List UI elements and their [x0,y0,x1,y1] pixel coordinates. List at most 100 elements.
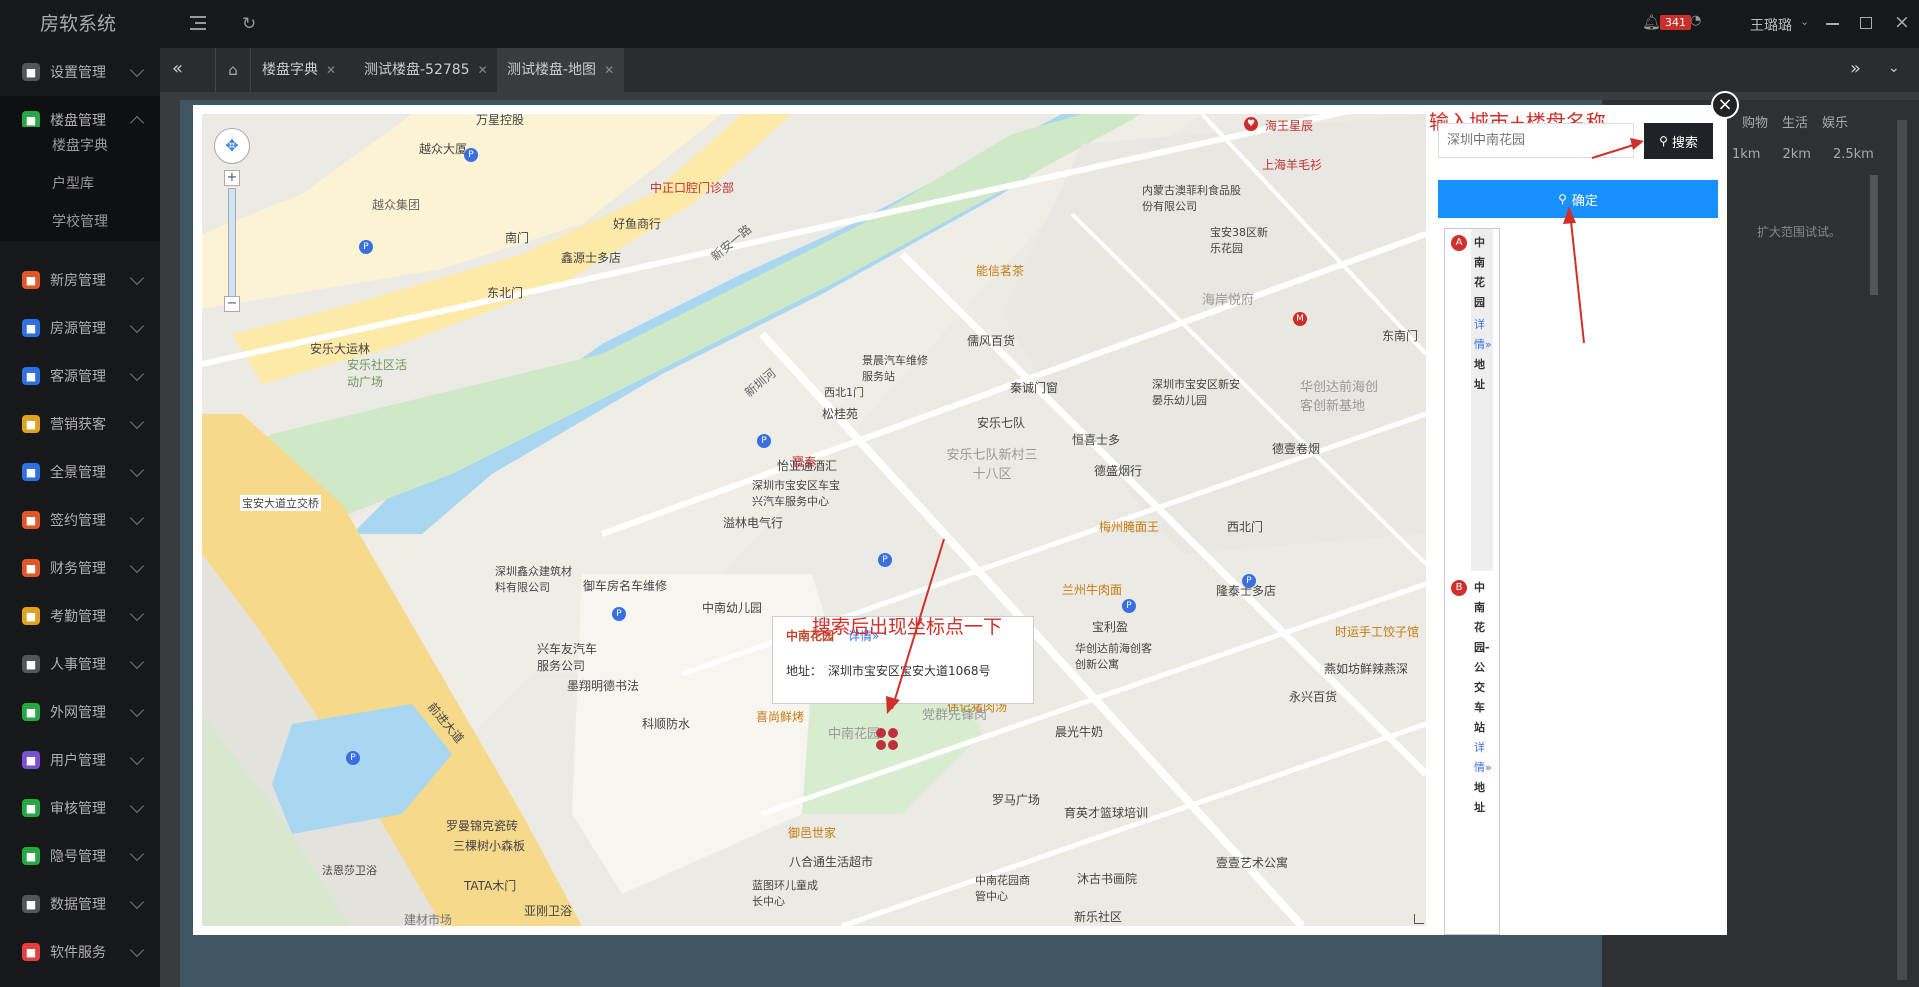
map-road-label: 宝安大道立交桥 [240,495,321,511]
sidebar-item-icon: ■ [22,895,40,913]
poi-marker[interactable]: P [1122,599,1136,613]
popup-address-label: 地址： [786,664,823,678]
sidebar-item[interactable]: ■ 新房管理 [0,256,160,304]
sidebar-item-label: 营销获客 [50,417,106,433]
tab-label: 测试楼盘-52785 [364,62,470,78]
dashboard-icon[interactable]: ◔ [1690,13,1701,28]
tab-close-icon[interactable]: ✕ [326,63,336,77]
tab-test-map[interactable]: 测试楼盘-地图 ✕ [497,48,625,92]
category-life[interactable]: 生活 [1782,112,1808,131]
sidebar-item[interactable]: ■ 房源管理 [0,304,160,352]
distance-2km[interactable]: 2km [1782,147,1810,162]
poi-marker[interactable]: P [1242,574,1256,588]
sidebar-item-icon: ■ [22,607,40,625]
sidebar-item-icon: ■ [22,271,40,289]
sidebar-item-icon: ■ [22,799,40,817]
sidebar-item[interactable]: ■ 设置管理 [0,48,160,96]
chevron-down-icon [129,654,145,669]
category-entertainment[interactable]: 娱乐 [1822,112,1848,131]
result-name: 中南花园-公交车站 [1474,581,1490,734]
tab-loupan-dict[interactable]: 楼盘字典 ✕ [262,48,336,92]
sidebar-item[interactable]: ■ 数据管理 [0,880,160,928]
map-poi-label: 松桂苑 [822,407,859,421]
sidebar-item[interactable]: ■ 签约管理 [0,496,160,544]
target-location-marker[interactable] [876,728,900,752]
poi-marker[interactable]: M [1293,312,1307,326]
map-canvas[interactable]: ✥ + − 万星控股 越众大厦 越众集团 中正口腔门诊部 好鱼商行 南门 鑫源士… [202,114,1426,926]
map-zoom-out[interactable]: − [224,296,240,312]
sidebar-item[interactable]: ■ 财务管理 [0,544,160,592]
chevron-down-icon [129,846,145,861]
sidebar-item-label: 设置管理 [50,65,106,81]
category-shopping[interactable]: 购物 [1742,112,1768,131]
sidebar-item-icon: ■ [22,415,40,433]
poi-marker[interactable]: P [464,148,478,162]
search-input[interactable] [1438,123,1634,158]
sidebar-item[interactable]: ■ 外网管理 [0,688,160,736]
poi-marker[interactable]: P [359,240,373,254]
tab-close-icon[interactable]: ✕ [604,63,614,77]
sidebar-subitem[interactable]: 学校管理 [0,203,160,241]
sidebar-subitem[interactable]: 户型库 [0,165,160,203]
result-detail-link[interactable]: 详情» [1474,738,1492,778]
tabs-dropdown-icon[interactable]: ⌄ [1888,60,1900,76]
poi-marker[interactable]: P [757,434,771,448]
minimize-icon[interactable] [1826,23,1839,25]
tabs-scroll-left-icon[interactable]: « [172,58,183,79]
page-scrollbar[interactable] [1897,120,1907,980]
map-poi-label: 儒风百货 [967,334,1016,348]
result-item-a[interactable]: A 中南花园 详情» 地址 [1445,229,1499,574]
map-poi-label: 恒喜士多 [1072,433,1121,447]
sidebar-item-label: 人事管理 [50,657,106,673]
close-window-icon[interactable]: × [1894,11,1910,33]
sidebar-item[interactable]: ■ 隐号管理 [0,832,160,880]
home-tab-icon[interactable]: ⌂ [215,48,251,92]
poi-marker[interactable]: P [878,553,892,567]
tab-label: 楼盘字典 [262,62,318,78]
sidebar-subitem[interactable]: 楼盘字典 [0,127,160,165]
panel-scrollbar[interactable] [1870,175,1878,295]
collapse-menu-icon[interactable] [190,16,206,30]
sidebar-item[interactable]: ■ 营销获客 [0,400,160,448]
bell-icon[interactable]: 🔔︎ [1642,13,1661,31]
sidebar-item[interactable]: ■ 考勤管理 [0,592,160,640]
sidebar-item[interactable]: ■ 用户管理 [0,736,160,784]
sidebar-item[interactable]: ■ 软件服务 [0,928,160,976]
map-poi-label: 罗马广场 [992,793,1041,807]
poi-marker[interactable]: ♥ [1244,117,1258,131]
result-item-b[interactable]: B 中南花园-公交车站 详情» 地址 [1445,574,1499,914]
distance-2-5km[interactable]: 2.5km [1833,147,1874,162]
search-button[interactable]: ⚲ 搜索 [1644,123,1713,159]
sidebar-item[interactable]: ■ 审核管理 [0,784,160,832]
map-zoom-slider[interactable] [228,188,236,298]
map-poi-label: 御邑世家 [788,826,837,840]
map-poi-label: 永兴百货 [1289,690,1338,704]
map-zoom-in[interactable]: + [224,170,240,186]
result-detail-link[interactable]: 详情» [1474,315,1492,355]
poi-marker[interactable]: P [346,751,360,765]
map-pan-control[interactable]: ✥ [214,128,250,164]
distance-1km[interactable]: 1km [1732,147,1760,162]
sidebar-item[interactable]: ■ 全景管理 [0,448,160,496]
modal-close-button[interactable]: × [1711,91,1739,119]
result-address-label: 地址 [1474,358,1485,391]
chevron-down-icon [129,366,145,381]
refresh-icon[interactable]: ↻ [242,14,256,34]
user-menu-chevron-icon[interactable]: ⌄ [1800,15,1809,28]
confirm-button[interactable]: ⚲ 确定 [1438,180,1718,218]
map-poi-label: 越众大厦 [419,142,468,156]
close-icon: × [1717,94,1733,115]
poi-marker[interactable]: P [612,607,626,621]
map-poi-label: 越众集团 [372,198,421,212]
tab-test-building[interactable]: 测试楼盘-52785 ✕ [364,48,488,92]
map-poi-label: 安乐七队新村三十八区 [946,448,1038,482]
sidebar-item[interactable]: ■ 客源管理 [0,352,160,400]
tabs-scroll-right-icon[interactable]: » [1850,58,1861,79]
chevron-down-icon [129,750,145,765]
maximize-icon[interactable] [1860,17,1872,29]
tab-close-icon[interactable]: ✕ [478,63,488,77]
map-poi-label: 华创达前海创客创新基地 [1300,380,1379,414]
sidebar-item[interactable]: ■ 人事管理 [0,640,160,688]
chevron-down-icon [129,558,145,573]
user-name[interactable]: 王璐璐 [1750,15,1792,35]
